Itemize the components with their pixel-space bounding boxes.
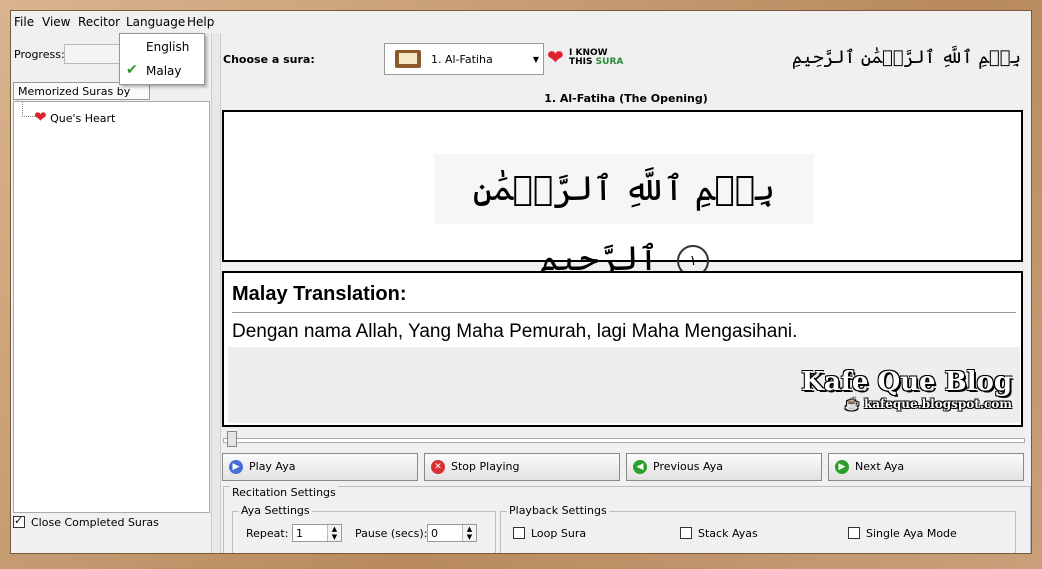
- memorized-tree[interactable]: ❤ Que's Heart: [13, 101, 210, 513]
- basmala-header: بِسۡمِ ٱللَّهِ ٱلرَّحۡمَٰنِ ٱلرَّحِيمِ: [791, 47, 1021, 68]
- choose-sura-label: Choose a sura:: [223, 53, 315, 66]
- recitation-settings: Recitation Settings Aya Settings Repeat:…: [223, 486, 1031, 553]
- aya-display: بِسۡمِ ٱللَّهِ ٱلرَّحۡمَٰنِ ٱلرَّحِيمِ ١: [222, 110, 1023, 279]
- i-know-line2a: THIS: [569, 57, 593, 67]
- stop-playing-button[interactable]: ✕ Stop Playing: [424, 453, 620, 481]
- translation-text: Dengan nama Allah, Yang Maha Pemurah, la…: [232, 321, 798, 342]
- tree-item[interactable]: ❤ Que's Heart: [34, 108, 115, 126]
- checkbox-box[interactable]: [13, 514, 25, 528]
- pause-value: 0: [431, 527, 438, 540]
- loop-sura-checkbox[interactable]: Loop Sura: [513, 527, 586, 540]
- menu-view[interactable]: View: [42, 15, 70, 29]
- play-aya-label: Play Aya: [249, 460, 296, 473]
- menu-reciter[interactable]: Recitor: [78, 15, 120, 29]
- coffee-icon: ☕: [844, 397, 860, 411]
- close-completed-label: Close Completed Suras: [31, 516, 159, 529]
- stop-playing-label: Stop Playing: [451, 460, 520, 473]
- menu-language[interactable]: Language: [126, 15, 185, 29]
- stepper-arrows-icon[interactable]: ▲ ▼: [327, 525, 341, 541]
- sura-select[interactable]: 1. Al-Fatiha ▼: [384, 43, 544, 75]
- checkmark-icon: ✔: [126, 62, 138, 78]
- language-option-malay[interactable]: Malay: [146, 64, 182, 78]
- translation-area: Kafe Que Blog ☕ kafeque.blogspot.com: [228, 347, 1020, 423]
- checkbox-box[interactable]: [513, 527, 525, 539]
- left-panel: Progress: Memorized Suras by Heart ❤ Que…: [11, 33, 211, 553]
- heart-icon: ❤: [34, 108, 47, 126]
- aya-arabic: بِسۡمِ ٱللَّهِ ٱلرَّحۡمَٰنِ ٱلرَّحِيمِ ١: [434, 154, 814, 279]
- stepper-arrows-icon[interactable]: ▲ ▼: [462, 525, 476, 541]
- stack-ayas-checkbox[interactable]: Stack Ayas: [680, 527, 758, 540]
- close-completed-checkbox[interactable]: Close Completed Suras: [13, 514, 208, 538]
- slider-thumb[interactable]: [227, 431, 237, 447]
- single-aya-checkbox[interactable]: Single Aya Mode: [848, 527, 957, 540]
- translation-title: Malay Translation:: [232, 283, 407, 305]
- stack-ayas-label: Stack Ayas: [698, 527, 758, 540]
- aya-settings-label: Aya Settings: [239, 504, 312, 517]
- menu-bar: File View Recitor Language Help: [11, 11, 1031, 33]
- book-icon: [395, 50, 421, 68]
- menu-file[interactable]: File: [14, 15, 34, 29]
- previous-aya-label: Previous Aya: [653, 460, 724, 473]
- repeat-stepper[interactable]: 1 ▲ ▼: [292, 524, 342, 542]
- checkbox-box[interactable]: [680, 527, 692, 539]
- arrow-right-icon: ▶: [835, 460, 849, 474]
- watermark-logo: Kafe Que Blog ☕ kafeque.blogspot.com: [801, 367, 1012, 411]
- recitation-settings-label: Recitation Settings: [230, 486, 338, 499]
- language-dropdown: English ✔ Malay: [119, 33, 205, 85]
- loop-sura-label: Loop Sura: [531, 527, 587, 540]
- next-aya-label: Next Aya: [855, 460, 905, 473]
- i-know-this-sura-button[interactable]: ❤ I KNOW THIS SURA: [547, 44, 627, 72]
- watermark-url-text: kafeque.blogspot.com: [863, 397, 1012, 411]
- previous-aya-button[interactable]: ◀ Previous Aya: [626, 453, 822, 481]
- watermark-title: Kafe Que Blog: [801, 367, 1012, 397]
- i-know-label: I KNOW THIS SURA: [569, 49, 623, 67]
- tree-item-label: Que's Heart: [50, 112, 116, 125]
- playback-settings-group: Playback Settings Loop Sura Stack Ayas S…: [500, 504, 1016, 553]
- arrow-left-icon: ◀: [633, 460, 647, 474]
- repeat-label: Repeat:: [246, 527, 289, 540]
- pause-stepper[interactable]: 0 ▲ ▼: [427, 524, 477, 542]
- playback-settings-label: Playback Settings: [507, 504, 609, 517]
- play-aya-button[interactable]: ▶ Play Aya: [222, 453, 418, 481]
- sura-select-value: 1. Al-Fatiha: [431, 53, 493, 66]
- heart-icon: ❤: [547, 45, 564, 69]
- aya-settings-group: Aya Settings Repeat: 1 ▲ ▼ Pause (secs): …: [232, 504, 496, 553]
- repeat-value: 1: [296, 527, 303, 540]
- aya-arabic-text: بِسۡمِ ٱللَّهِ ٱلرَّحۡمَٰنِ ٱلرَّحِيمِ: [472, 169, 776, 279]
- panel-splitter[interactable]: [211, 33, 221, 553]
- i-know-line2b: SURA: [595, 57, 624, 67]
- translation-divider: [232, 312, 1016, 313]
- translation-panel: Malay Translation: Dengan nama Allah, Ya…: [222, 271, 1023, 427]
- aya-slider[interactable]: [223, 431, 1025, 449]
- slider-track[interactable]: [223, 438, 1025, 443]
- stop-icon: ✕: [431, 460, 445, 474]
- main-panel: Choose a sura: 1. Al-Fatiha ▼ ❤ I KNOW T…: [221, 33, 1031, 553]
- menu-help[interactable]: Help: [187, 15, 214, 29]
- chevron-down-icon[interactable]: ▼: [533, 55, 539, 64]
- play-icon: ▶: [229, 460, 243, 474]
- progress-label: Progress:: [14, 48, 65, 61]
- pause-label: Pause (secs):: [355, 527, 428, 540]
- sura-title: 1. Al-Fatiha (The Opening): [544, 92, 708, 105]
- app-window: File View Recitor Language Help Progress…: [10, 10, 1032, 554]
- single-aya-label: Single Aya Mode: [866, 527, 957, 540]
- next-aya-button[interactable]: ▶ Next Aya: [828, 453, 1024, 481]
- language-option-english[interactable]: English: [146, 40, 189, 54]
- checkbox-box[interactable]: [848, 527, 860, 539]
- watermark-url: ☕ kafeque.blogspot.com: [801, 397, 1012, 411]
